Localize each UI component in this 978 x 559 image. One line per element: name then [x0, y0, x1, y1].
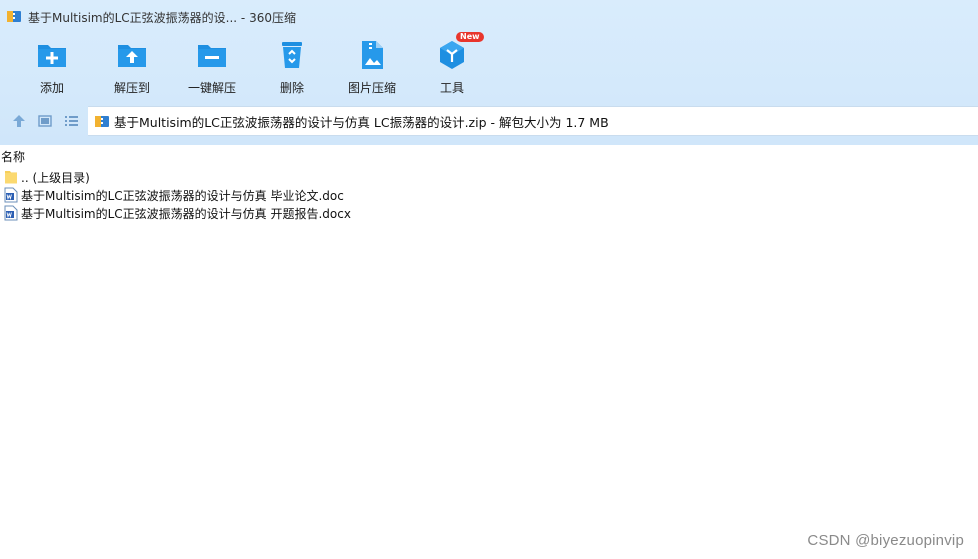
column-header-name[interactable]: 名称	[1, 148, 25, 165]
archive-app-icon	[7, 11, 21, 22]
tools-button-label: 工具	[439, 81, 464, 95]
address-path: 基于Multisim的LC正弦波振荡器的设计与仿真 LC振荡器的设计.zip -…	[114, 114, 609, 130]
add-button[interactable]: 添加	[12, 38, 92, 98]
file-list: .. (上级目录) 基于Multisim的LC正弦波振荡器的设计与仿真 毕业论文…	[0, 168, 978, 222]
thumbnail-view-icon[interactable]	[36, 112, 54, 130]
word-doc-icon	[4, 187, 18, 203]
delete-button-label: 删除	[279, 81, 304, 95]
list-header: 名称	[0, 145, 978, 165]
address-row: 基于Multisim的LC正弦波振荡器的设计与仿真 LC振荡器的设计.zip -…	[0, 106, 978, 136]
list-item-label: 基于Multisim的LC正弦波振荡器的设计与仿真 毕业论文.doc	[21, 188, 344, 203]
image-compress-button[interactable]: 图片压缩	[332, 38, 412, 98]
add-folder-icon	[38, 45, 66, 67]
folder-icon	[5, 171, 17, 184]
zip-archive-icon	[95, 116, 109, 127]
main-toolbar: 添加 解压到 一键解压 删除 图片压缩 New 工具	[0, 32, 978, 98]
tools-button[interactable]: New 工具	[412, 32, 492, 98]
address-bar[interactable]: 基于Multisim的LC正弦波振荡器的设计与仿真 LC振荡器的设计.zip -…	[88, 106, 978, 136]
recycle-bin-icon	[282, 42, 302, 68]
extract-to-icon	[118, 45, 146, 67]
list-item-label: 基于Multisim的LC正弦波振荡器的设计与仿真 开题报告.docx	[21, 206, 351, 221]
list-item-parent-dir[interactable]: .. (上级目录)	[0, 168, 978, 186]
window-chrome: 基于Multisim的LC正弦波振荡器的设... - 360压缩 添加 解压到 …	[0, 0, 978, 145]
archive-window: 基于Multisim的LC正弦波振荡器的设... - 360压缩 添加 解压到 …	[0, 0, 978, 559]
one-click-extract-icon	[198, 45, 226, 67]
list-item-label: .. (上级目录)	[21, 170, 90, 185]
list-item-file[interactable]: 基于Multisim的LC正弦波振荡器的设计与仿真 开题报告.docx	[0, 204, 978, 222]
new-badge: New	[456, 32, 484, 42]
one-click-extract-button-label: 一键解压	[187, 81, 236, 95]
up-arrow-icon[interactable]	[10, 112, 28, 130]
extract-to-button-label: 解压到	[113, 81, 150, 95]
delete-button[interactable]: 删除	[252, 38, 332, 98]
list-view-icon[interactable]	[62, 112, 80, 130]
window-title: 基于Multisim的LC正弦波振荡器的设... - 360压缩	[28, 11, 296, 25]
list-item-file[interactable]: 基于Multisim的LC正弦波振荡器的设计与仿真 毕业论文.doc	[0, 186, 978, 204]
word-doc-icon	[4, 205, 18, 221]
extract-to-button[interactable]: 解压到	[92, 38, 172, 98]
add-button-label: 添加	[39, 81, 64, 95]
image-compress-button-label: 图片压缩	[347, 81, 396, 95]
title-bar: 基于Multisim的LC正弦波振荡器的设... - 360压缩	[0, 0, 978, 32]
one-click-extract-button[interactable]: 一键解压	[172, 38, 252, 98]
watermark-text: CSDN @biyezuopinvip	[807, 532, 964, 549]
tools-cube-icon	[440, 41, 464, 69]
image-compress-icon	[362, 41, 383, 69]
